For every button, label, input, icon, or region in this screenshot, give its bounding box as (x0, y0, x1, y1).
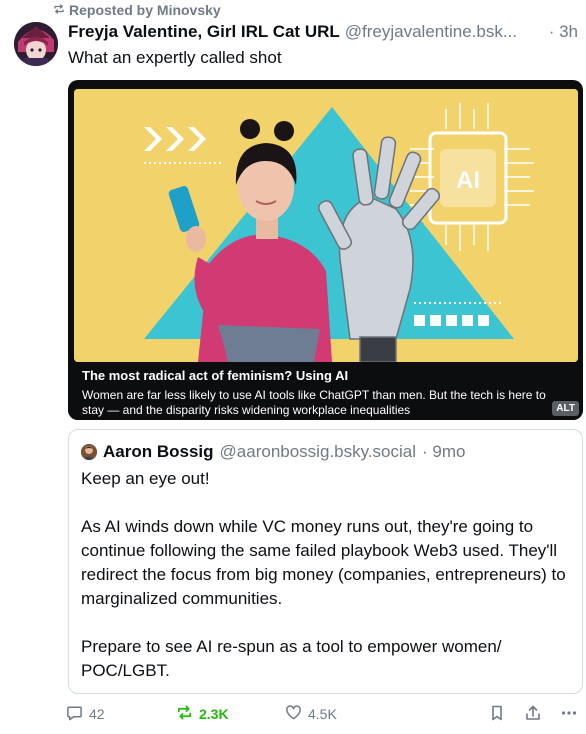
link-card[interactable]: AI The most radical act of feminism? Usi… (68, 80, 583, 420)
repost-indicator[interactable]: Reposted by Minovsky (53, 2, 221, 18)
post-header: Freyja Valentine, Girl IRL Cat URL @frey… (68, 22, 578, 44)
post-author[interactable]: Freyja Valentine, Girl IRL Cat URL (68, 22, 340, 42)
post-actions: 42 2.3K 4.5K (66, 704, 578, 726)
quote-paragraph: As AI winds down while VC money runs out… (81, 517, 566, 608)
quote-post[interactable]: Aaron Bossig @aaronbossig.bsky.social · … (68, 429, 583, 694)
repost-icon (53, 2, 65, 18)
link-card-caption: The most radical act of feminism? Using … (68, 362, 583, 420)
link-card-description: Women are far less likely to use AI tool… (82, 388, 546, 417)
quote-time[interactable]: · 9mo (422, 442, 465, 462)
reply-icon (66, 704, 83, 724)
quote-author[interactable]: Aaron Bossig (103, 442, 214, 462)
like-icon (285, 704, 302, 724)
repost-icon (176, 704, 193, 724)
reply-count: 42 (89, 706, 105, 722)
reply-button[interactable]: 42 (66, 704, 105, 724)
alt-badge[interactable]: ALT (552, 401, 579, 416)
post-time[interactable]: · 3h (549, 22, 578, 42)
more-icon[interactable] (560, 704, 578, 722)
like-button[interactable]: 4.5K (285, 704, 337, 724)
avatar[interactable] (14, 22, 58, 66)
post-handle[interactable]: @freyjavalentine.bsk (345, 22, 503, 42)
quote-paragraph: Prepare to see AI re-spun as a tool to e… (81, 637, 502, 680)
repost-button[interactable]: 2.3K (176, 704, 229, 724)
link-card-image: AI (74, 89, 578, 362)
quote-handle[interactable]: @aaronbossig.bsky.social (220, 442, 416, 462)
repost-label: Reposted by Minovsky (69, 2, 221, 18)
quote-avatar[interactable] (81, 444, 97, 460)
like-count: 4.5K (308, 706, 337, 722)
link-card-title: The most radical act of feminism? Using … (82, 368, 349, 383)
post-handle-ellipsis: ... (502, 22, 517, 41)
quote-header: Aaron Bossig @aaronbossig.bsky.social · … (81, 442, 465, 462)
post-text: What an expertly called shot (68, 48, 282, 67)
bookmark-icon[interactable] (488, 704, 506, 722)
quote-paragraph: Keep an eye out! (81, 469, 210, 488)
ai-chip-text: AI (456, 167, 480, 194)
quote-text: Keep an eye out! As AI winds down while … (81, 467, 575, 683)
repost-count: 2.3K (199, 706, 229, 722)
share-icon[interactable] (524, 704, 542, 722)
